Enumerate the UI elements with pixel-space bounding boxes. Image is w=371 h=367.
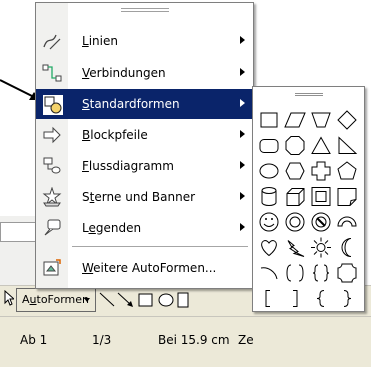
chevron-right-icon — [240, 130, 245, 138]
smiley-face-icon[interactable] — [259, 212, 279, 232]
cross-icon[interactable] — [311, 161, 331, 181]
menu-separator — [72, 246, 248, 247]
rectangle-tool-icon — [138, 293, 153, 307]
no-symbol-icon[interactable] — [311, 212, 331, 232]
octagon-icon[interactable] — [285, 136, 305, 155]
select-objects-icon[interactable] — [4, 290, 14, 306]
status-section: Ab 1 — [20, 333, 48, 347]
chevron-right-icon — [240, 36, 245, 44]
block-arc-icon[interactable] — [337, 216, 357, 227]
cube-icon[interactable] — [286, 188, 305, 206]
autoformen-button[interactable]: AutoFormen — [16, 288, 96, 312]
double-brace-icon[interactable] — [312, 264, 330, 282]
chevron-right-icon — [240, 68, 245, 76]
line-tool-icon — [99, 292, 115, 307]
oval-tool-icon — [158, 293, 174, 307]
menu-drag-handle[interactable] — [36, 7, 253, 15]
menu-item-label: Legenden — [82, 221, 142, 235]
trapezoid-icon[interactable] — [311, 112, 331, 128]
isosceles-triangle-icon[interactable] — [311, 136, 331, 154]
heart-icon[interactable] — [261, 239, 277, 257]
menu-item-label: Standardformen — [82, 97, 180, 111]
chevron-right-icon — [240, 161, 245, 169]
menu-item-linien[interactable]: Linien — [36, 26, 253, 56]
menu-item-verbindungen[interactable]: Verbindungen — [36, 58, 253, 88]
double-bracket-icon[interactable] — [286, 264, 304, 282]
right-brace-icon[interactable] — [343, 290, 352, 307]
autoformen-label: AutoFormen — [22, 293, 90, 306]
right-bracket-icon[interactable] — [293, 290, 298, 307]
status-line: Ze — [238, 333, 254, 347]
right-triangle-icon[interactable] — [338, 136, 358, 154]
status-position: Bei 15.9 cm — [158, 333, 230, 347]
connectors-icon — [42, 64, 62, 82]
left-brace-icon[interactable] — [316, 290, 325, 307]
chevron-right-icon — [240, 99, 245, 107]
menu-item-label: Verbindungen — [82, 66, 166, 80]
menu-item-legenden[interactable]: Legenden — [36, 213, 253, 243]
status-page: 1/3 — [92, 333, 112, 347]
menu-item-label: Weitere AutoFormen... — [82, 261, 217, 275]
shapes-grid — [259, 110, 358, 307]
menu-item-blockpfeile[interactable]: Blockpfeile — [36, 120, 253, 150]
stars-banners-icon — [42, 187, 62, 207]
flowchart-icon — [43, 157, 61, 174]
menu-item-label: Linien — [82, 34, 118, 48]
chevron-right-icon — [240, 192, 245, 200]
menu-item-standardformen[interactable]: Standardformen — [36, 89, 253, 119]
sun-icon[interactable] — [311, 237, 331, 258]
arrow-tool-icon — [117, 292, 133, 307]
chevron-down-icon — [84, 298, 90, 302]
textbox-tool-icon — [177, 292, 189, 308]
folded-corner-icon[interactable] — [337, 188, 357, 206]
menu-item-sterne-und-banner[interactable]: Sterne und Banner — [36, 182, 253, 212]
basic-shapes-palette — [252, 86, 365, 312]
chevron-right-icon — [240, 223, 245, 231]
callouts-icon — [44, 219, 61, 236]
rectangle-icon[interactable] — [260, 112, 278, 128]
lines-icon — [43, 34, 61, 50]
drawing-tools — [99, 292, 189, 308]
lightning-bolt-icon[interactable] — [287, 240, 305, 257]
ruler-fragment — [0, 222, 38, 242]
rounded-rectangle-icon[interactable] — [259, 139, 279, 153]
plaque-icon[interactable] — [337, 263, 357, 283]
menu-item-label: Blockpfeile — [82, 128, 148, 142]
block-arrows-icon — [43, 126, 61, 144]
can-icon[interactable] — [261, 187, 277, 206]
autoshapes-menu: Linien Verbindungen Standardformen Block… — [35, 2, 254, 289]
hexagon-icon[interactable] — [285, 162, 305, 180]
bevel-icon[interactable] — [311, 187, 331, 206]
pentagon-icon[interactable] — [337, 161, 357, 180]
arc-icon[interactable] — [260, 267, 278, 280]
donut-icon[interactable] — [285, 212, 305, 232]
left-bracket-icon[interactable] — [265, 290, 270, 307]
more-autoshapes-icon — [43, 259, 61, 276]
diamond-icon[interactable] — [337, 110, 357, 130]
menu-item-weitere-autoformen[interactable]: Weitere AutoFormen... — [36, 253, 253, 283]
basic-shapes-icon — [42, 94, 64, 116]
oval-icon[interactable] — [259, 163, 279, 179]
parallelogram-icon[interactable] — [284, 112, 306, 128]
moon-icon[interactable] — [341, 238, 352, 257]
menu-item-label: Sterne und Banner — [82, 190, 196, 204]
menu-item-label: Flussdiagramm — [82, 159, 174, 173]
menu-item-flussdiagramm[interactable]: Flussdiagramm — [36, 151, 253, 181]
